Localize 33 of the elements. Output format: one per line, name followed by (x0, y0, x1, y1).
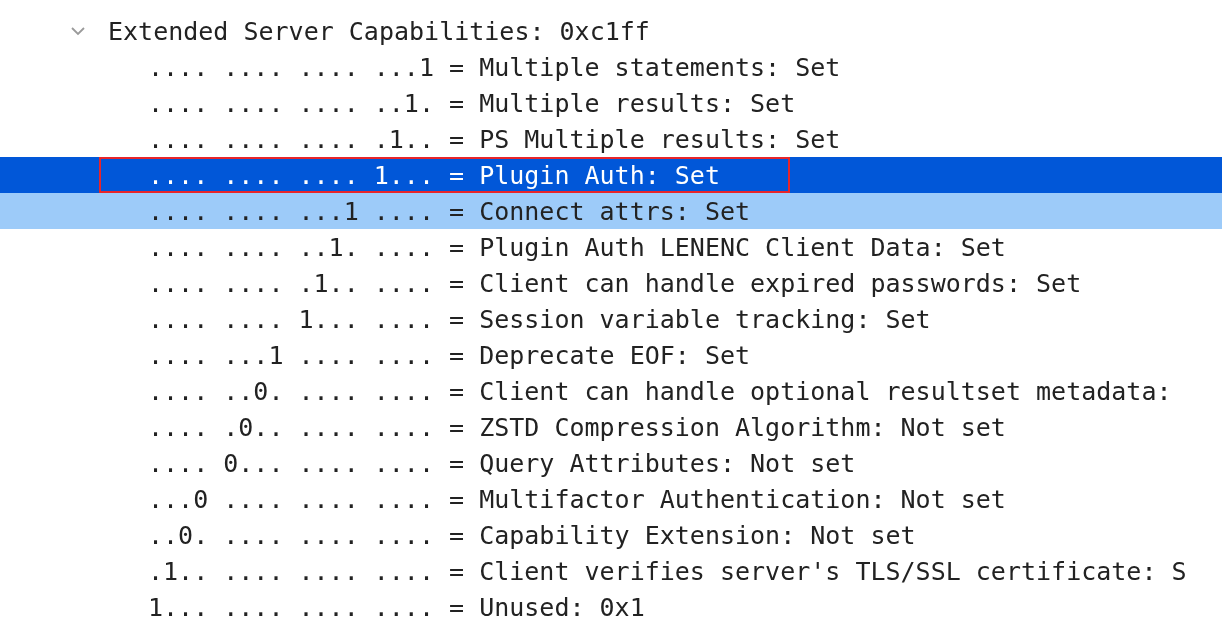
tree-row[interactable]: .... .... .... .1.. = PS Multiple results: Set (0, 121, 1222, 157)
tree-row[interactable]: .... .... .... ...1 = Multiple statements: Set (0, 49, 1222, 85)
tree-row[interactable]: .1.. .... .... .... = Client verifies server's TLS/SSL certificate: S (0, 553, 1222, 589)
field-text: .... .0.. .... .... = ZSTD Compression Algorithm: Not set (148, 412, 1006, 442)
field-text: .... .... .... ...1 = Multiple statements: Set (148, 52, 841, 82)
tree-row[interactable]: .... .... ..1. .... = Plugin Auth LENENC Client Data: Set (0, 229, 1222, 265)
field-text: .... .... .... .1.. = PS Multiple results: Set (148, 124, 841, 154)
field-text: .... .... ...1 .... = Connect attrs: Set (148, 196, 751, 226)
field-text: 1... .... .... .... = Unused: 0x1 (148, 592, 645, 622)
field-text: .... ..0. .... .... = Client can handle optional resultset metadata: (148, 376, 1172, 406)
field-text: .... ...1 .... .... = Deprecate EOF: Set (148, 340, 751, 370)
field-text: ...0 .... .... .... = Multifactor Authentication: Not set (148, 484, 1006, 514)
tree-row[interactable]: .... 0... .... .... = Query Attributes: Not set (0, 445, 1222, 481)
tree-row[interactable]: ...0 .... .... .... = Multifactor Authentication: Not set (0, 481, 1222, 517)
tree-row[interactable]: .... .... 1... .... = Session variable tracking: Set (0, 301, 1222, 337)
tree-row[interactable]: .... .... .... ..1. = Multiple results: Set (0, 85, 1222, 121)
field-text: .... 0... .... .... = Query Attributes: Not set (148, 448, 856, 478)
selected-row[interactable]: .... .... .... 1... = Plugin Auth: Set (0, 157, 1222, 193)
tree-row[interactable]: .... ...1 .... .... = Deprecate EOF: Set (0, 337, 1222, 373)
tree-row[interactable]: 1... .... .... .... = Unused: 0x1 (0, 589, 1222, 625)
field-text: .1.. .... .... .... = Client verifies server's TLS/SSL certificate: S (148, 556, 1187, 586)
field-text: ..0. .... .... .... = Capability Extension: Not set (148, 520, 916, 550)
tree-row[interactable]: .... ..0. .... .... = Client can handle optional resultset metadata: (0, 373, 1222, 409)
tree-row[interactable]: ..0. .... .... .... = Capability Extension: Not set (0, 517, 1222, 553)
highlighted-row[interactable]: .... .... ...1 .... = Connect attrs: Set (0, 193, 1222, 229)
field-text: .... .... ..1. .... = Plugin Auth LENENC Client Data: Set (148, 232, 1006, 262)
field-text: .... .... 1... .... = Session variable tracking: Set (148, 304, 931, 334)
field-text: .... .... .1.. .... = Client can handle expired passwords: Set (148, 268, 1082, 298)
field-text: .... .... .... 1... = Plugin Auth: Set (148, 160, 720, 190)
tree-row[interactable]: .... .... .1.. .... = Client can handle expired passwords: Set (0, 265, 1222, 301)
tree-row[interactable]: .... .0.. .... .... = ZSTD Compression Algorithm: Not set (0, 409, 1222, 445)
field-text: .... .... .... ..1. = Multiple results: Set (148, 88, 796, 118)
tree-item[interactable]: Extended Server Capabilities: 0xc1ff (108, 16, 650, 46)
